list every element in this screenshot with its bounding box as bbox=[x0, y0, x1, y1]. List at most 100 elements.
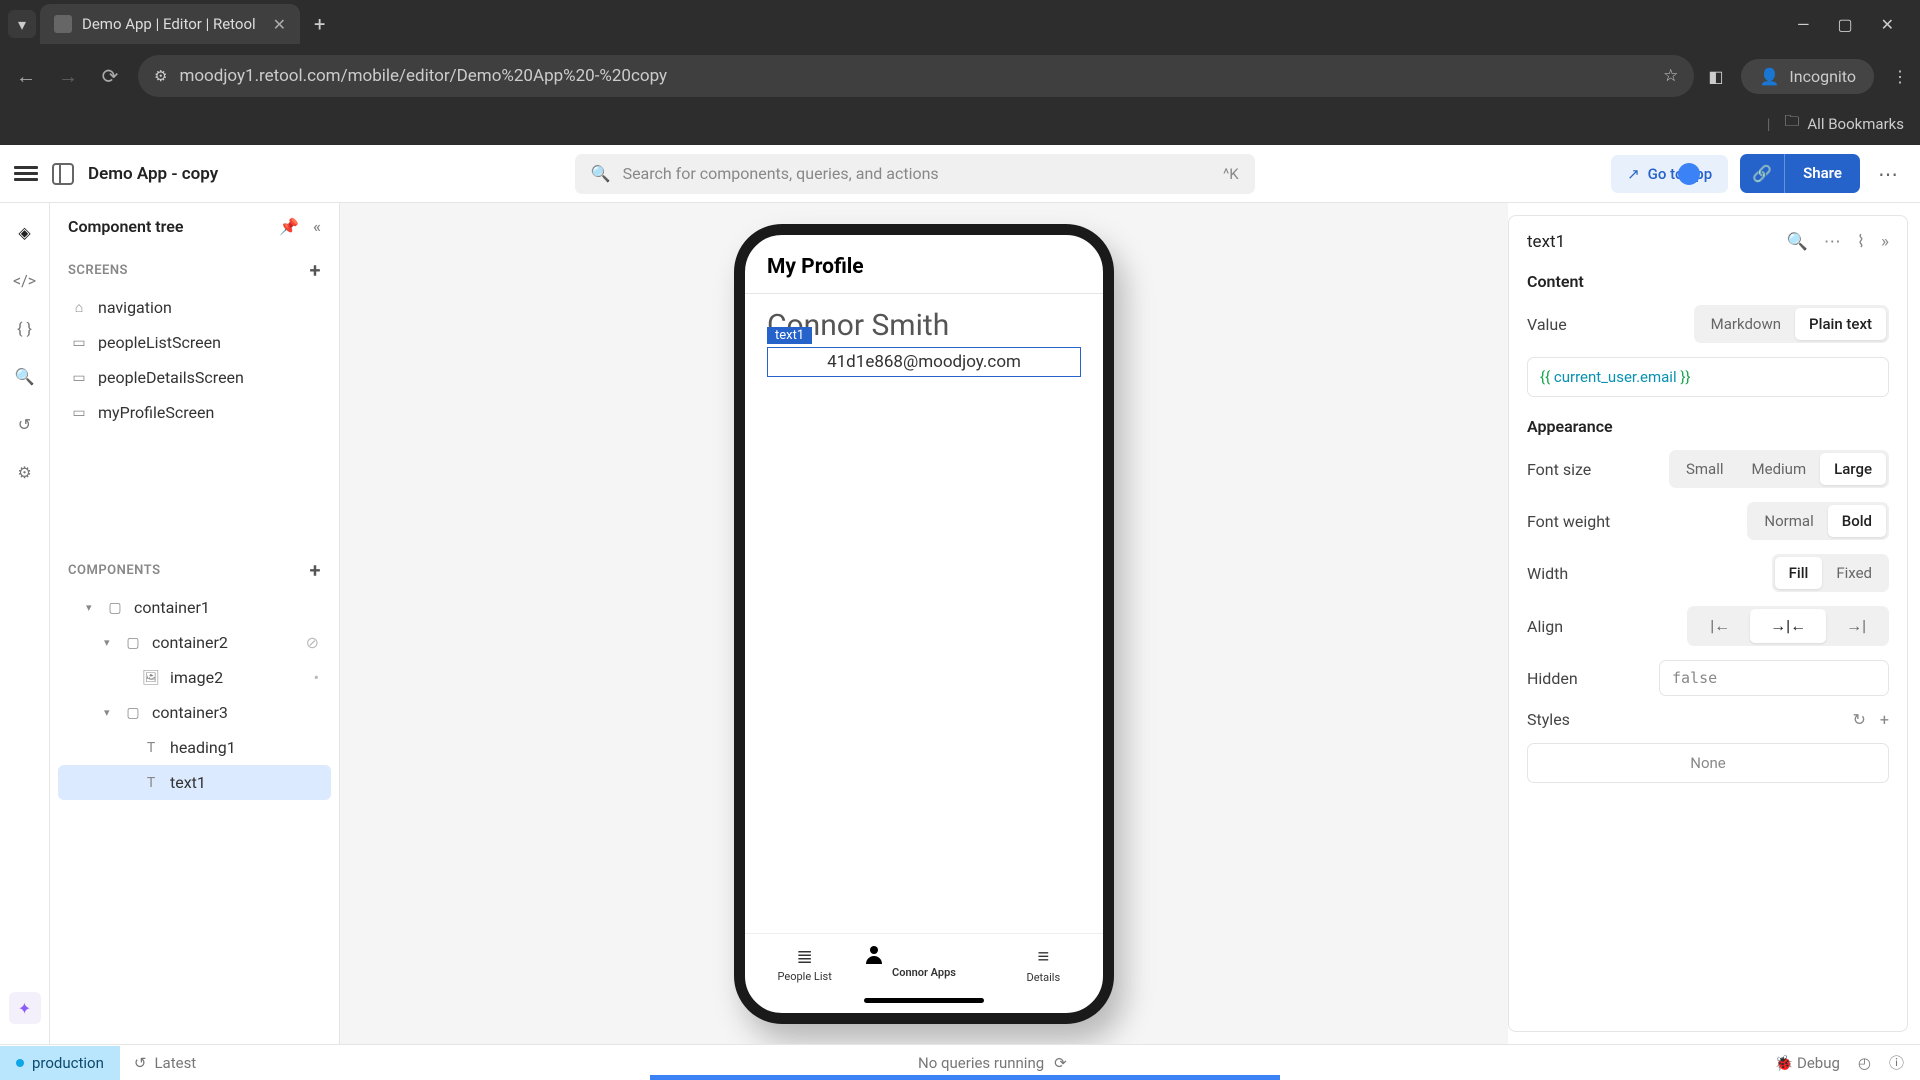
chevron-icon[interactable]: ▾ bbox=[104, 706, 114, 719]
environment-badge[interactable]: production bbox=[0, 1046, 120, 1080]
segment-option[interactable]: Fill bbox=[1775, 557, 1823, 589]
incognito-icon: 👤 bbox=[1759, 67, 1779, 86]
segment-option[interactable]: Plain text bbox=[1795, 308, 1886, 340]
component-item[interactable]: Ttext1 bbox=[58, 765, 331, 800]
reset-styles-icon[interactable]: ↻ bbox=[1853, 710, 1866, 729]
collapse-panel-icon[interactable]: « bbox=[313, 217, 321, 236]
reload-button[interactable]: ⟳ bbox=[96, 64, 124, 88]
component-type-icon: ▢ bbox=[124, 635, 142, 651]
align-center-button[interactable]: →|← bbox=[1750, 609, 1826, 643]
refresh-queries-icon[interactable]: ⟳ bbox=[1054, 1054, 1067, 1072]
close-window-icon[interactable]: ✕ bbox=[1881, 15, 1894, 34]
share-button[interactable]: Share bbox=[1784, 154, 1860, 193]
app-topbar: Demo App - copy 🔍 Search for components,… bbox=[0, 145, 1920, 203]
nav-icon bbox=[864, 944, 983, 964]
segment-option[interactable]: Fixed bbox=[1822, 557, 1886, 589]
components-list: ▾▢container1▾▢container2⊘🖼image2•▾▢conta… bbox=[50, 590, 339, 800]
value-code-input[interactable]: {{ current_user.email }} bbox=[1527, 357, 1889, 397]
more-menu-button[interactable]: ⋯ bbox=[1872, 156, 1906, 192]
add-component-button[interactable]: + bbox=[310, 558, 322, 582]
hidden-input[interactable]: false bbox=[1659, 660, 1889, 696]
add-style-button[interactable]: + bbox=[1880, 710, 1889, 729]
rail-search-icon[interactable]: 🔍 bbox=[14, 365, 36, 387]
screen-item[interactable]: ▭peopleDetailsScreen bbox=[58, 360, 331, 395]
inspector-unpin-icon[interactable]: ⌇ bbox=[1857, 232, 1865, 252]
phone-nav-item[interactable]: ≣People List bbox=[745, 944, 864, 984]
panel-title: Component tree bbox=[68, 217, 184, 236]
site-settings-icon[interactable]: ⚙ bbox=[154, 67, 167, 85]
browser-chrome: ▾ Demo App | Editor | Retool ✕ + ― ▢ ✕ ←… bbox=[0, 0, 1920, 145]
segment-option[interactable]: Normal bbox=[1750, 505, 1827, 537]
retool-logo-icon[interactable] bbox=[14, 162, 38, 186]
debug-button[interactable]: 🐞 Debug bbox=[1775, 1054, 1840, 1072]
canvas[interactable]: My Profile Connor Smith text1 41d1e868@m… bbox=[340, 203, 1508, 1044]
selected-component[interactable]: text1 41d1e868@moodjoy.com bbox=[767, 347, 1081, 377]
rail-components-icon[interactable]: ◈ bbox=[14, 221, 36, 243]
maximize-icon[interactable]: ▢ bbox=[1837, 15, 1852, 34]
tab-close-icon[interactable]: ✕ bbox=[273, 15, 286, 34]
visibility-off-icon[interactable]: ⊘ bbox=[306, 633, 319, 652]
url-input[interactable]: ⚙ moodjoy1.retool.com/mobile/editor/Demo… bbox=[138, 55, 1694, 97]
tab-favicon-icon bbox=[54, 15, 72, 33]
tab-list-dropdown[interactable]: ▾ bbox=[8, 10, 36, 38]
rail-state-icon[interactable]: { } bbox=[14, 317, 36, 339]
components-section-header: COMPONENTS + bbox=[50, 550, 339, 590]
inspector-search-icon[interactable]: 🔍 bbox=[1787, 232, 1808, 252]
component-item[interactable]: Theading1 bbox=[58, 730, 331, 765]
clock-icon[interactable]: ◴ bbox=[1858, 1054, 1871, 1072]
component-item[interactable]: ▾▢container2⊘ bbox=[58, 625, 331, 660]
hidden-label: Hidden bbox=[1527, 669, 1627, 688]
inspector-collapse-icon[interactable]: » bbox=[1881, 232, 1889, 252]
inspector-more-icon[interactable]: ⋯ bbox=[1824, 232, 1841, 252]
fontweight-segment: NormalBold bbox=[1747, 502, 1889, 540]
screen-item[interactable]: ▭myProfileScreen bbox=[58, 395, 331, 430]
query-status-text: No queries running bbox=[918, 1054, 1044, 1072]
minimize-icon[interactable]: ― bbox=[1797, 15, 1810, 34]
version-selector[interactable]: ↺ Latest bbox=[120, 1054, 210, 1072]
bookmark-bar: | 🗀 All Bookmarks bbox=[0, 104, 1920, 142]
rail-settings-icon[interactable]: ⚙ bbox=[14, 461, 36, 483]
copy-link-button[interactable]: 🔗 bbox=[1740, 154, 1784, 193]
retool-editor: Demo App - copy 🔍 Search for components,… bbox=[0, 145, 1920, 1080]
browser-tab[interactable]: Demo App | Editor | Retool ✕ bbox=[40, 4, 300, 44]
phone-nav-item[interactable]: Connor Apps bbox=[864, 944, 983, 984]
component-item[interactable]: ▾▢container1 bbox=[58, 590, 331, 625]
chevron-icon[interactable]: ▾ bbox=[86, 601, 96, 614]
screen-item[interactable]: ▭peopleListScreen bbox=[58, 325, 331, 360]
segment-option[interactable]: Small bbox=[1672, 453, 1738, 485]
segment-option[interactable]: Bold bbox=[1828, 505, 1886, 537]
rail-history-icon[interactable]: ↺ bbox=[14, 413, 36, 435]
home-indicator bbox=[864, 998, 984, 1003]
pin-icon[interactable]: 📌 bbox=[279, 217, 299, 236]
panel-icon[interactable]: ◧ bbox=[1708, 67, 1723, 86]
screen-item[interactable]: ⌂navigation bbox=[58, 290, 331, 325]
toggle-left-panel-icon[interactable] bbox=[52, 163, 74, 185]
align-label: Align bbox=[1527, 617, 1627, 636]
info-icon[interactable]: ⓘ bbox=[1889, 1052, 1904, 1073]
new-tab-button[interactable]: + bbox=[314, 12, 325, 36]
go-to-app-button[interactable]: ↗ Go to app bbox=[1611, 155, 1728, 193]
all-bookmarks-link[interactable]: All Bookmarks bbox=[1807, 115, 1904, 133]
segment-option[interactable]: Markdown bbox=[1697, 308, 1795, 340]
browser-menu-icon[interactable]: ⋮ bbox=[1892, 67, 1908, 86]
add-screen-button[interactable]: + bbox=[310, 258, 322, 282]
forward-button[interactable]: → bbox=[54, 64, 82, 89]
segment-option[interactable]: Medium bbox=[1738, 453, 1821, 485]
align-right-button[interactable]: →| bbox=[1826, 609, 1886, 643]
phone-nav-item[interactable]: ≡Details bbox=[984, 944, 1103, 984]
global-search-input[interactable]: 🔍 Search for components, queries, and ac… bbox=[575, 154, 1255, 194]
segment-option[interactable]: Large bbox=[1820, 453, 1886, 485]
back-button[interactable]: ← bbox=[12, 64, 40, 89]
chevron-icon[interactable]: ▾ bbox=[104, 636, 114, 649]
rail-ai-icon[interactable]: ✦ bbox=[9, 992, 41, 1024]
component-name: container1 bbox=[134, 598, 210, 617]
component-item[interactable]: 🖼image2• bbox=[58, 660, 331, 695]
rail-code-icon[interactable]: </> bbox=[14, 269, 36, 291]
incognito-badge[interactable]: 👤 Incognito bbox=[1741, 59, 1874, 94]
bookmark-star-icon[interactable]: ☆ bbox=[1663, 66, 1678, 86]
align-left-button[interactable]: |← bbox=[1690, 609, 1750, 643]
link-icon: 🔗 bbox=[1752, 164, 1772, 183]
component-item[interactable]: ▾▢container3 bbox=[58, 695, 331, 730]
version-label: Latest bbox=[154, 1054, 196, 1072]
nav-label: Details bbox=[1026, 971, 1060, 984]
